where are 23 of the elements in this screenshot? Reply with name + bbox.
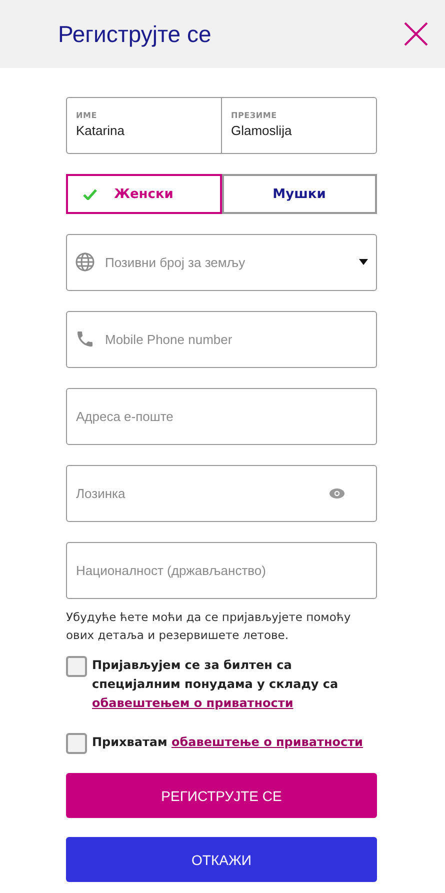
privacy-link[interactable]: обавештењем о приватности bbox=[92, 696, 294, 710]
action-button[interactable]: РЕГИСТРУЈТЕ СЕ bbox=[66, 773, 377, 818]
input-field[interactable]: Лозинка bbox=[66, 465, 377, 522]
caret-icon bbox=[359, 259, 368, 265]
info-text: Убудуће ћете моћи да се пријављујете помоћу ових детаља и резервишете летове. bbox=[66, 609, 352, 644]
gender-option[interactable]: Женски bbox=[66, 174, 222, 214]
eye-icon[interactable] bbox=[329, 488, 345, 499]
page-title: Региструјте се bbox=[58, 20, 212, 48]
input-field[interactable]: Mobile Phone number bbox=[66, 311, 377, 368]
privacy-link[interactable]: обавештење о приватности bbox=[172, 735, 363, 749]
close-icon[interactable] bbox=[404, 22, 428, 46]
input-field[interactable]: Позивни број за земљу bbox=[66, 234, 377, 291]
checkbox[interactable] bbox=[66, 733, 87, 754]
input-field[interactable]: Националност (држављанство) bbox=[66, 542, 377, 599]
check-icon bbox=[83, 189, 97, 200]
name-field[interactable]: ПРЕЗИМЕ Glamoslija bbox=[221, 98, 376, 153]
input-field[interactable]: Адреса е-поште bbox=[66, 388, 377, 445]
consent-text: Пријављујем се за билтен са специјалним понудама у складу са обавештењем о приватности bbox=[92, 657, 340, 712]
action-button[interactable]: ОТКАЖИ bbox=[66, 837, 377, 882]
gender-option[interactable]: Мушки bbox=[222, 174, 377, 214]
name-field[interactable]: ИМЕ Katarina bbox=[67, 98, 221, 153]
consent-text: Прихватам обавештење о приватности bbox=[92, 734, 363, 751]
checkbox[interactable] bbox=[66, 656, 87, 677]
